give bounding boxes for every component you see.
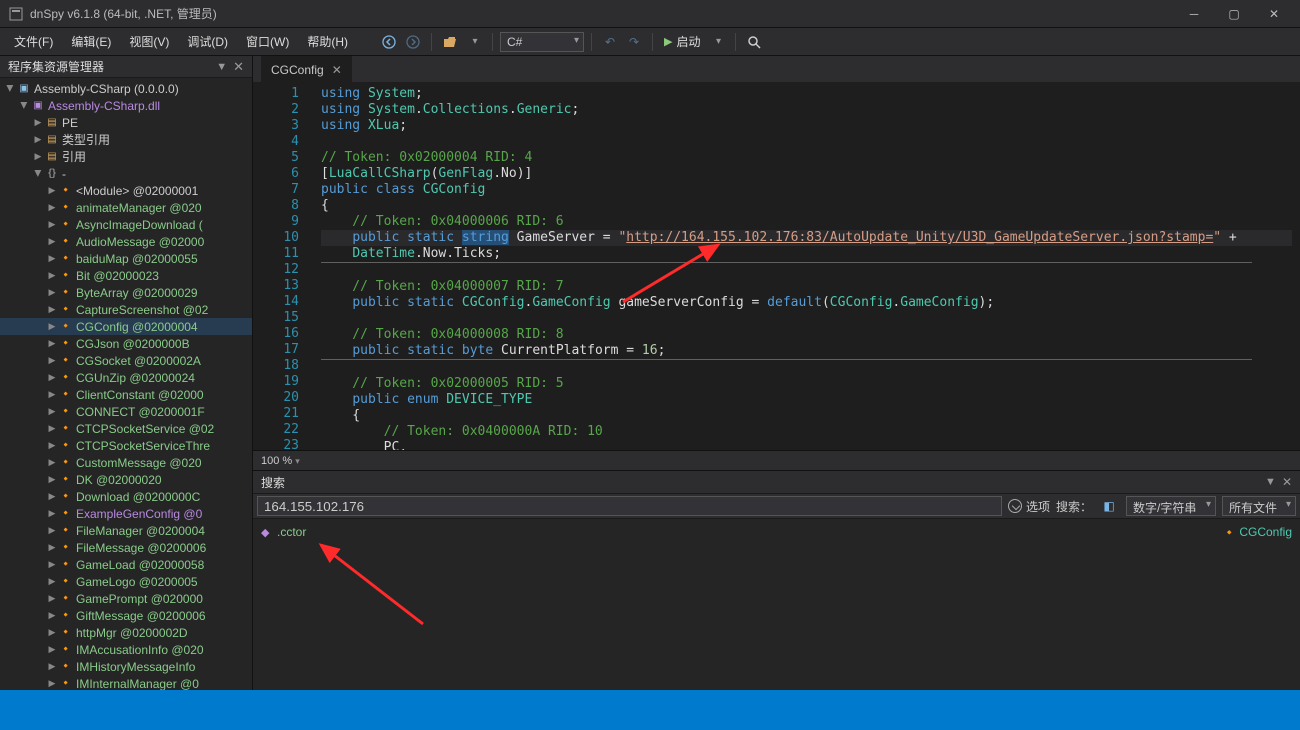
assembly-tree[interactable]: ▶▣Assembly-CSharp (0.0.0.0)▶▣Assembly-CS… xyxy=(0,78,252,690)
statusbar xyxy=(0,690,1300,730)
redo-icon[interactable]: ↷ xyxy=(623,31,645,53)
code-editor[interactable]: 1234567891011121314151617181920212223 us… xyxy=(253,82,1300,450)
app-icon xyxy=(8,6,24,22)
menu-help[interactable]: 帮助(H) xyxy=(299,30,356,53)
search-panel: 搜索 ▼ ✕ 选项 搜索： ◧ 数字/字符串 所有文件 ◆ .cctor 🔸 C… xyxy=(253,470,1300,690)
menu-view[interactable]: 视图(V) xyxy=(121,30,177,53)
tree-item[interactable]: ▶🔸httpMgr @0200002D xyxy=(0,624,252,641)
tab-close-icon[interactable]: ✕ xyxy=(332,63,342,77)
gutter: 1234567891011121314151617181920212223 xyxy=(253,82,313,450)
tree-item[interactable]: ▶🔸CustomMessage @020 xyxy=(0,454,252,471)
tree-item[interactable]: ▶🔸CONNECT @0200001F xyxy=(0,403,252,420)
tree-item[interactable]: ▶🔸IMAccusationInfo @020 xyxy=(0,641,252,658)
search-results[interactable]: ◆ .cctor 🔸 CGConfig xyxy=(253,519,1300,690)
tree-item[interactable]: ▶🔸ExampleGenConfig @0 xyxy=(0,505,252,522)
menu-window[interactable]: 窗口(W) xyxy=(238,30,297,53)
search-type-select[interactable]: 数字/字符串 xyxy=(1126,496,1216,516)
tree-item[interactable]: ▶▣Assembly-CSharp (0.0.0.0) xyxy=(0,80,252,97)
window-controls: ─ ▢ ✕ xyxy=(1176,2,1292,26)
tab-cgconfig[interactable]: CGConfig ✕ xyxy=(261,56,352,82)
code-content[interactable]: using System; using System.Collections.G… xyxy=(313,82,1300,450)
tree-item[interactable]: ▶🔸CTCPSocketService @02 xyxy=(0,420,252,437)
search-close-icon[interactable]: ✕ xyxy=(1282,475,1292,489)
tree-item[interactable]: ▶▣Assembly-CSharp.dll xyxy=(0,97,252,114)
tree-item[interactable]: ▶🔸AsyncImageDownload ( xyxy=(0,216,252,233)
language-select[interactable]: C# xyxy=(500,32,584,52)
titlebar: dnSpy v6.1.8 (64-bit, .NET, 管理员) ─ ▢ ✕ xyxy=(0,0,1300,28)
open-icon[interactable] xyxy=(439,31,461,53)
tree-item[interactable]: ▶🔸ByteArray @02000029 xyxy=(0,284,252,301)
annotation-arrow-icon xyxy=(313,539,433,629)
open-dropdown-icon[interactable] xyxy=(463,31,485,53)
search-icon[interactable] xyxy=(743,31,765,53)
method-icon: ◆ xyxy=(261,526,277,539)
search-header: 搜索 ▼ ✕ xyxy=(253,471,1300,493)
menu-edit[interactable]: 编辑(E) xyxy=(63,30,119,53)
panel-close-icon[interactable]: ✕ xyxy=(233,59,244,75)
tree-item[interactable]: ▶🔸IMHistoryMessageInfo xyxy=(0,658,252,675)
tree-item[interactable]: ▶▤引用 xyxy=(0,148,252,165)
tree-item[interactable]: ▶🔸CGUnZip @02000024 xyxy=(0,369,252,386)
tree-item[interactable]: ▶🔸GameLogo @0200005 xyxy=(0,573,252,590)
minimize-button[interactable]: ─ xyxy=(1176,2,1212,26)
tree-item[interactable]: ▶🔸CGConfig @02000004 xyxy=(0,318,252,335)
tree-item[interactable]: ▶🔸IMInternalManager @0 xyxy=(0,675,252,690)
assembly-explorer: 程序集资源管理器 ▼ ✕ ▶▣Assembly-CSharp (0.0.0.0)… xyxy=(0,56,253,690)
tree-item[interactable]: ▶🔸CGSocket @0200002A xyxy=(0,352,252,369)
tree-item[interactable]: ▶🔸baiduMap @02000055 xyxy=(0,250,252,267)
search-type-icon[interactable]: ◧ xyxy=(1098,495,1120,517)
class-icon: 🔸 xyxy=(1223,526,1237,539)
search-result-row[interactable]: ◆ .cctor 🔸 CGConfig xyxy=(261,523,1292,541)
maximize-button[interactable]: ▢ xyxy=(1216,2,1252,26)
window-title: dnSpy v6.1.8 (64-bit, .NET, 管理员) xyxy=(30,5,1176,22)
nav-forward-icon[interactable] xyxy=(402,31,424,53)
tree-item[interactable]: ▶🔸FileManager @0200004 xyxy=(0,522,252,539)
tree-item[interactable]: ▶▤类型引用 xyxy=(0,131,252,148)
nav-back-icon[interactable] xyxy=(378,31,400,53)
tree-item[interactable]: ▶🔸Download @0200000C xyxy=(0,488,252,505)
close-button[interactable]: ✕ xyxy=(1256,2,1292,26)
editor-tabs: CGConfig ✕ xyxy=(253,56,1300,82)
tree-item[interactable]: ▶🔸Bit @02000023 xyxy=(0,267,252,284)
tree-item[interactable]: ▶🔸animateManager @020 xyxy=(0,199,252,216)
tree-item[interactable]: ▶🔸CTCPSocketServiceThre xyxy=(0,437,252,454)
zoom-bar: 100 % xyxy=(253,450,1300,470)
tree-item[interactable]: ▶🔸FileMessage @0200006 xyxy=(0,539,252,556)
search-input[interactable] xyxy=(257,496,1002,516)
tree-item[interactable]: ▶🔸AudioMessage @02000 xyxy=(0,233,252,250)
tree-item[interactable]: ▶{}- xyxy=(0,165,252,182)
main: 程序集资源管理器 ▼ ✕ ▶▣Assembly-CSharp (0.0.0.0)… xyxy=(0,56,1300,690)
tree-item[interactable]: ▶🔸GamePrompt @020000 xyxy=(0,590,252,607)
debug-start-button[interactable]: ▶启动 xyxy=(660,33,704,50)
menu-debug[interactable]: 调试(D) xyxy=(179,30,236,53)
tree-item[interactable]: ▶🔸ClientConstant @02000 xyxy=(0,386,252,403)
search-pin-icon[interactable]: ▼ xyxy=(1265,476,1276,488)
search-filter-bar: 选项 搜索： ◧ 数字/字符串 所有文件 xyxy=(253,493,1300,519)
search-scope-select[interactable]: 所有文件 xyxy=(1222,496,1296,516)
menubar: 文件(F) 编辑(E) 视图(V) 调试(D) 窗口(W) 帮助(H) C# ↶… xyxy=(0,28,1300,56)
zoom-select[interactable]: 100 % xyxy=(261,455,300,467)
debug-start-dropdown[interactable] xyxy=(706,31,728,53)
menu-file[interactable]: 文件(F) xyxy=(6,30,61,53)
editor-area: CGConfig ✕ 12345678910111213141516171819… xyxy=(253,56,1300,690)
tree-item[interactable]: ▶🔸<Module> @02000001 xyxy=(0,182,252,199)
tree-item[interactable]: ▶🔸CaptureScreenshot @02 xyxy=(0,301,252,318)
tree-item[interactable]: ▶🔸GiftMessage @0200006 xyxy=(0,607,252,624)
tree-item[interactable]: ▶🔸GameLoad @02000058 xyxy=(0,556,252,573)
undo-icon[interactable]: ↶ xyxy=(599,31,621,53)
tree-item[interactable]: ▶🔸DK @02000020 xyxy=(0,471,252,488)
pin-icon[interactable]: ▼ xyxy=(216,61,227,73)
tree-item[interactable]: ▶▤PE xyxy=(0,114,252,131)
assembly-explorer-header: 程序集资源管理器 ▼ ✕ xyxy=(0,56,252,78)
search-options-button[interactable]: 选项 xyxy=(1008,498,1050,515)
tree-item[interactable]: ▶🔸CGJson @0200000B xyxy=(0,335,252,352)
